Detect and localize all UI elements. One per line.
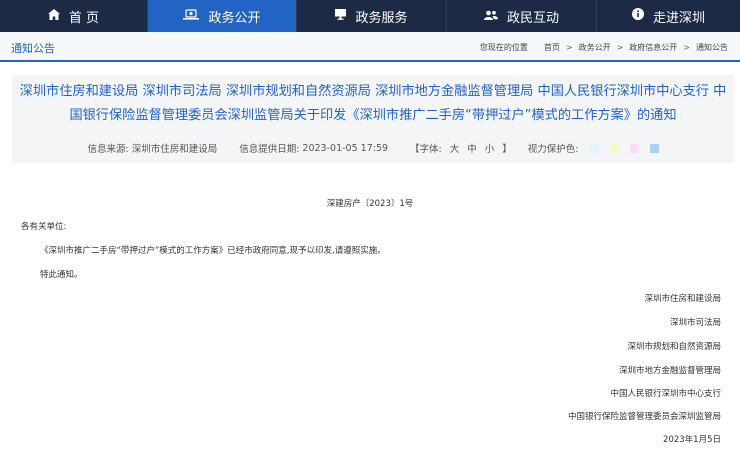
source-label: 信息来源:: [87, 144, 129, 155]
eye-care-color-1[interactable]: [589, 143, 599, 153]
signatory: 深圳市住房和建设局: [644, 294, 721, 304]
breadcrumb-bar: 通知公告 您现在的位置 首页 > 政务公开 > 政府信息公开 > 通知公告: [0, 32, 740, 62]
document-date: 2023年1月5日: [663, 435, 721, 445]
signatory: 中国银行保险监督管理委员会深圳监管局: [567, 412, 721, 422]
font-size-small[interactable]: 小: [485, 141, 495, 155]
nav-item-label: 政民互动: [506, 10, 559, 26]
info-icon: [631, 8, 644, 24]
document-number: 深建房产〔2023〕1号: [326, 199, 414, 209]
signatory: 深圳市地方金融监督管理局: [618, 366, 721, 376]
salutation: 各有关单位:: [21, 222, 67, 232]
people-icon: [483, 9, 498, 24]
font-size-label: 【字体:: [410, 144, 442, 155]
nav-item-government-affairs[interactable]: 政务公开: [148, 0, 297, 32]
paragraph: 特此通知。: [40, 270, 83, 280]
nav-item-label: 首 页: [68, 10, 100, 26]
monitor-icon: [335, 8, 347, 24]
breadcrumb-separator: >: [565, 43, 573, 52]
eye-care-color-2[interactable]: [609, 143, 619, 153]
breadcrumb-government-affairs[interactable]: 政务公开: [579, 42, 611, 53]
font-size-large[interactable]: 大: [450, 141, 460, 155]
nav-item-home[interactable]: 首 页: [0, 0, 148, 32]
signatory: 深圳市司法局: [669, 318, 721, 328]
font-size-medium[interactable]: 中: [467, 141, 477, 155]
section-title: 通知公告: [11, 42, 55, 55]
breadcrumb-separator: >: [683, 43, 690, 52]
breadcrumb-notices[interactable]: 通知公告: [696, 42, 728, 53]
eye-care-color-4[interactable]: [649, 143, 659, 153]
signatory: 深圳市规划和自然资源局: [627, 342, 721, 352]
eye-care-label: 视力保护色:: [527, 144, 579, 155]
breadcrumb-home[interactable]: 首页: [544, 42, 560, 53]
source-value: 深圳市住房和建设局: [131, 144, 218, 155]
eye-care-color-3[interactable]: [629, 143, 639, 153]
date-value: 2023-01-05 17:59: [302, 142, 389, 154]
article-meta: 信息来源: 深圳市住房和建设局 信息提供日期: 2023-01-05 17:59…: [12, 141, 734, 155]
breadcrumb-separator: >: [616, 43, 624, 52]
article-title: 深圳市住房和建设局 深圳市司法局 深圳市规划和自然资源局 深圳市地方金融监督管理…: [19, 84, 727, 123]
font-size-close: 】: [502, 144, 512, 155]
nav-item-about-shenzhen[interactable]: 走进深圳: [597, 0, 740, 32]
paragraph: 《深圳市推广二手房“带押过户”模式的工作方案》已经市政府同意,现予以印发,请遵照…: [40, 246, 386, 256]
breadcrumb-lead: 您现在的位置: [479, 43, 528, 52]
nav-item-label: 政务服务: [355, 10, 408, 26]
article-header: 深圳市住房和建设局 深圳市司法局 深圳市规划和自然资源局 深圳市地方金融监督管理…: [12, 75, 734, 163]
signatory: 中国人民银行深圳市中心支行: [610, 389, 721, 399]
home-icon: [47, 8, 60, 24]
breadcrumb-info-disclosure[interactable]: 政府信息公开: [629, 42, 677, 53]
date-label: 信息提供日期:: [239, 144, 300, 155]
government-icon: [183, 8, 200, 24]
nav-item-public-interaction[interactable]: 政民互动: [447, 0, 597, 32]
nav-item-label: 走进深圳: [652, 10, 705, 26]
breadcrumb: 您现在的位置 首页 > 政务公开 > 政府信息公开 > 通知公告: [480, 42, 728, 53]
top-navigation: 首 页 政务公开 政务服务 政民互动 走进深圳: [0, 0, 740, 32]
nav-item-government-services[interactable]: 政务服务: [297, 0, 447, 32]
nav-item-label: 政务公开: [208, 10, 261, 26]
